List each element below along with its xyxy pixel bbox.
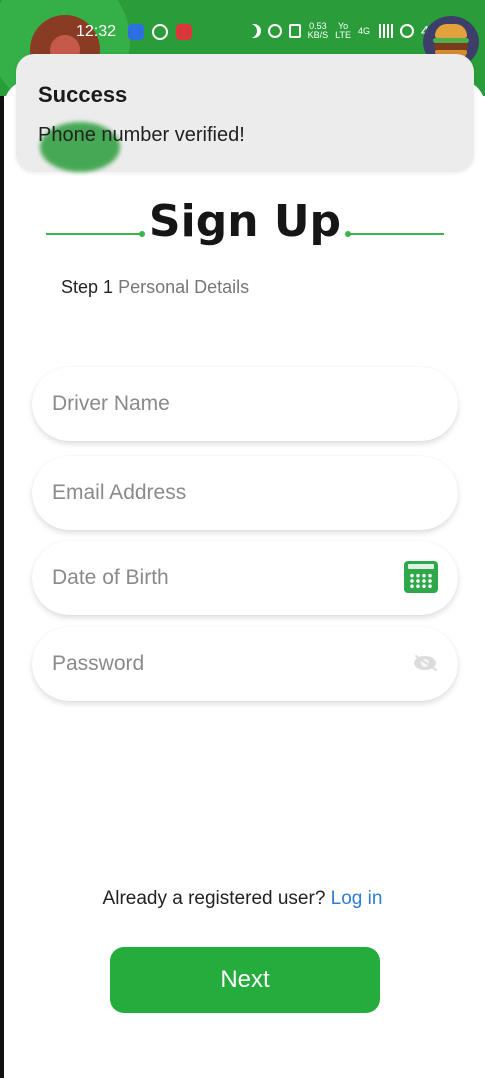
step-number: Step 1 (61, 277, 114, 297)
signal-bars-icon (376, 24, 393, 38)
success-toast[interactable]: Success Phone number verified! (16, 54, 474, 172)
title-divider-right (345, 231, 444, 237)
step-label: Personal Details (118, 277, 250, 297)
system-icons: 0.53KB/S YoLTE 4G 46% (247, 22, 451, 40)
vibrate-icon (288, 24, 301, 38)
battery-icon (399, 24, 414, 38)
password-input[interactable] (52, 627, 392, 701)
login-prompt: Already a registered user? Log in (0, 888, 485, 910)
registered-prompt-text: Already a registered user? (102, 888, 326, 909)
status-time: 12:32 (76, 23, 117, 40)
driver-name-field[interactable] (32, 367, 458, 441)
signal-label: 4G (357, 25, 370, 36)
eye-off-icon[interactable] (414, 654, 438, 672)
record-notification-icon (176, 24, 192, 40)
toast-title: Success (38, 82, 128, 107)
password-field[interactable] (32, 627, 458, 701)
network-type: Yo LTE (335, 21, 351, 40)
page-title: Sign Up (148, 196, 342, 247)
title-row: Sign Up (46, 196, 444, 252)
net-speed: 0.53 KB/S (307, 21, 329, 40)
dob-field[interactable] (32, 541, 458, 615)
dob-input[interactable] (52, 541, 392, 615)
email-field[interactable] (32, 456, 458, 530)
fan-notification-icon (152, 24, 168, 40)
calendar-icon[interactable] (404, 561, 438, 593)
status-bar: 12:32 0.53KB/S YoLTE 4G 46% (0, 16, 485, 68)
login-link[interactable]: Log in (331, 888, 383, 909)
driver-name-input[interactable] (52, 367, 392, 441)
step-indicator: Step 1 Personal Details (61, 277, 249, 298)
alarm-icon (267, 24, 282, 38)
toast-message: Phone number verified! (38, 124, 245, 146)
app-notification-icon (128, 24, 144, 40)
next-button[interactable]: Next (110, 947, 380, 1013)
notification-icons (128, 24, 192, 40)
email-input[interactable] (52, 456, 392, 530)
moon-icon (247, 24, 261, 38)
